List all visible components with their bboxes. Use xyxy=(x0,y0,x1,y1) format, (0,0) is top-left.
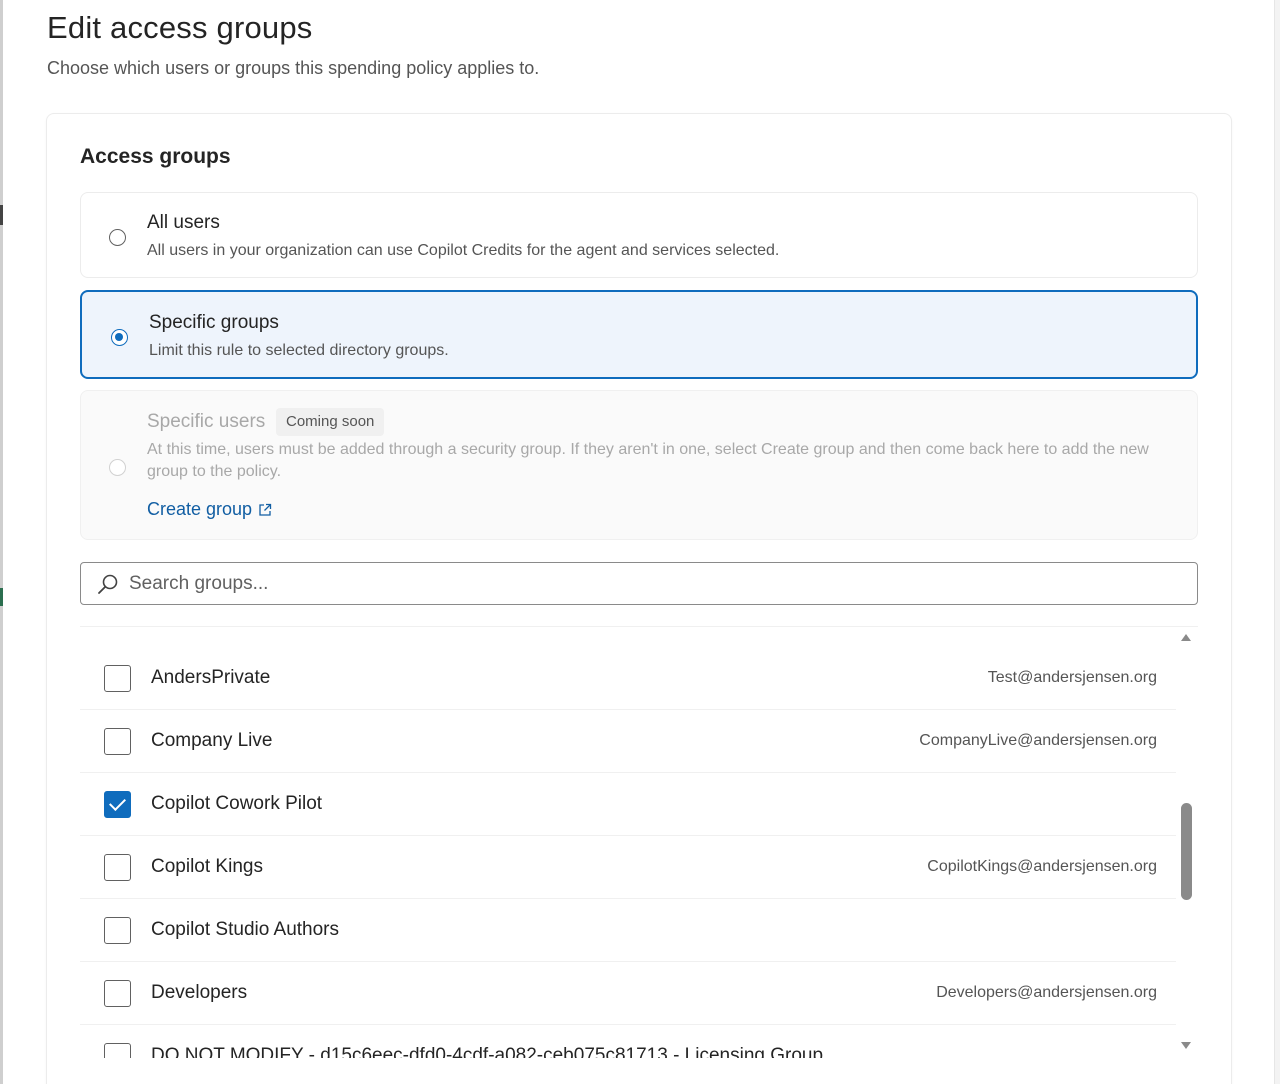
specific-users-radio xyxy=(109,459,126,476)
option-specific-users: Specific users Coming soon At this time,… xyxy=(80,390,1198,540)
group-checkbox[interactable] xyxy=(104,1043,131,1058)
option-description: Limit this rule to selected directory gr… xyxy=(149,342,449,359)
group-name: Copilot Kings xyxy=(151,856,263,877)
scroll-down-arrow-icon[interactable] xyxy=(1181,1042,1191,1049)
external-link-icon xyxy=(259,503,272,516)
group-checkbox[interactable] xyxy=(104,917,131,944)
group-email: CompanyLive@andersjensen.org xyxy=(919,732,1157,749)
group-name: DO NOT MODIFY - d15c6eec-dfd0-4cdf-a082-… xyxy=(151,1045,824,1058)
option-title: Specific groups xyxy=(149,312,279,333)
search-icon xyxy=(98,574,118,594)
option-description-line: At this time, users must be added throug… xyxy=(147,441,1149,458)
option-specific-groups[interactable]: Specific groups Limit this rule to selec… xyxy=(80,290,1198,379)
search-input[interactable] xyxy=(129,563,1189,604)
create-group-link[interactable]: Create group xyxy=(147,499,272,520)
section-title: Access groups xyxy=(80,145,231,168)
group-name: Company Live xyxy=(151,730,273,751)
group-row[interactable]: DO NOT MODIFY - d15c6eec-dfd0-4cdf-a082-… xyxy=(80,1025,1176,1058)
group-checkbox[interactable] xyxy=(104,665,131,692)
coming-soon-badge: Coming soon xyxy=(276,408,385,436)
option-description: All users in your organization can use C… xyxy=(147,242,780,259)
group-checkbox[interactable] xyxy=(104,791,131,818)
group-email: Developers@andersjensen.org xyxy=(936,984,1157,1001)
scroll-up-arrow-icon[interactable] xyxy=(1181,634,1191,641)
group-name: AndersPrivate xyxy=(151,667,271,688)
page-title: Edit access groups xyxy=(47,10,313,45)
group-row[interactable]: Copilot Cowork Pilot xyxy=(80,773,1176,836)
group-name: Copilot Cowork Pilot xyxy=(151,793,323,814)
window-right-edge xyxy=(1274,0,1280,1084)
group-row[interactable]: Copilot Kings CopilotKings@andersjensen.… xyxy=(80,836,1176,899)
group-email: Test@andersjensen.org xyxy=(987,669,1157,686)
group-checkbox[interactable] xyxy=(104,980,131,1007)
create-group-label: Create group xyxy=(147,499,253,519)
group-row[interactable]: AndersPrivate Test@andersjensen.org xyxy=(80,647,1176,710)
group-row[interactable]: Company Live CompanyLive@andersjensen.or… xyxy=(80,710,1176,773)
group-checkbox[interactable] xyxy=(104,728,131,755)
group-checkbox[interactable] xyxy=(104,854,131,881)
group-email: CopilotKings@andersjensen.org xyxy=(927,858,1157,875)
option-title: Specific users xyxy=(147,411,266,432)
group-name: Copilot Studio Authors xyxy=(151,919,340,940)
page-subtitle: Choose which users or groups this spendi… xyxy=(47,58,540,78)
scrollbar-thumb[interactable] xyxy=(1181,803,1192,900)
window-left-edge xyxy=(0,0,3,1084)
option-title: All users xyxy=(147,212,220,233)
option-description-line: group to the policy. xyxy=(147,463,282,480)
specific-groups-radio[interactable] xyxy=(111,329,128,346)
edge-mark xyxy=(0,588,3,606)
group-row[interactable]: Copilot Studio Authors xyxy=(80,899,1176,962)
all-users-radio[interactable] xyxy=(109,229,126,246)
edge-mark xyxy=(0,205,3,225)
group-name: Developers xyxy=(151,982,248,1003)
search-box[interactable] xyxy=(80,562,1198,605)
groups-list: AndersPrivate Test@andersjensen.org Comp… xyxy=(80,626,1198,1058)
group-row[interactable]: Developers Developers@andersjensen.org xyxy=(80,962,1176,1025)
option-all-users[interactable]: All users All users in your organization… xyxy=(80,192,1198,278)
